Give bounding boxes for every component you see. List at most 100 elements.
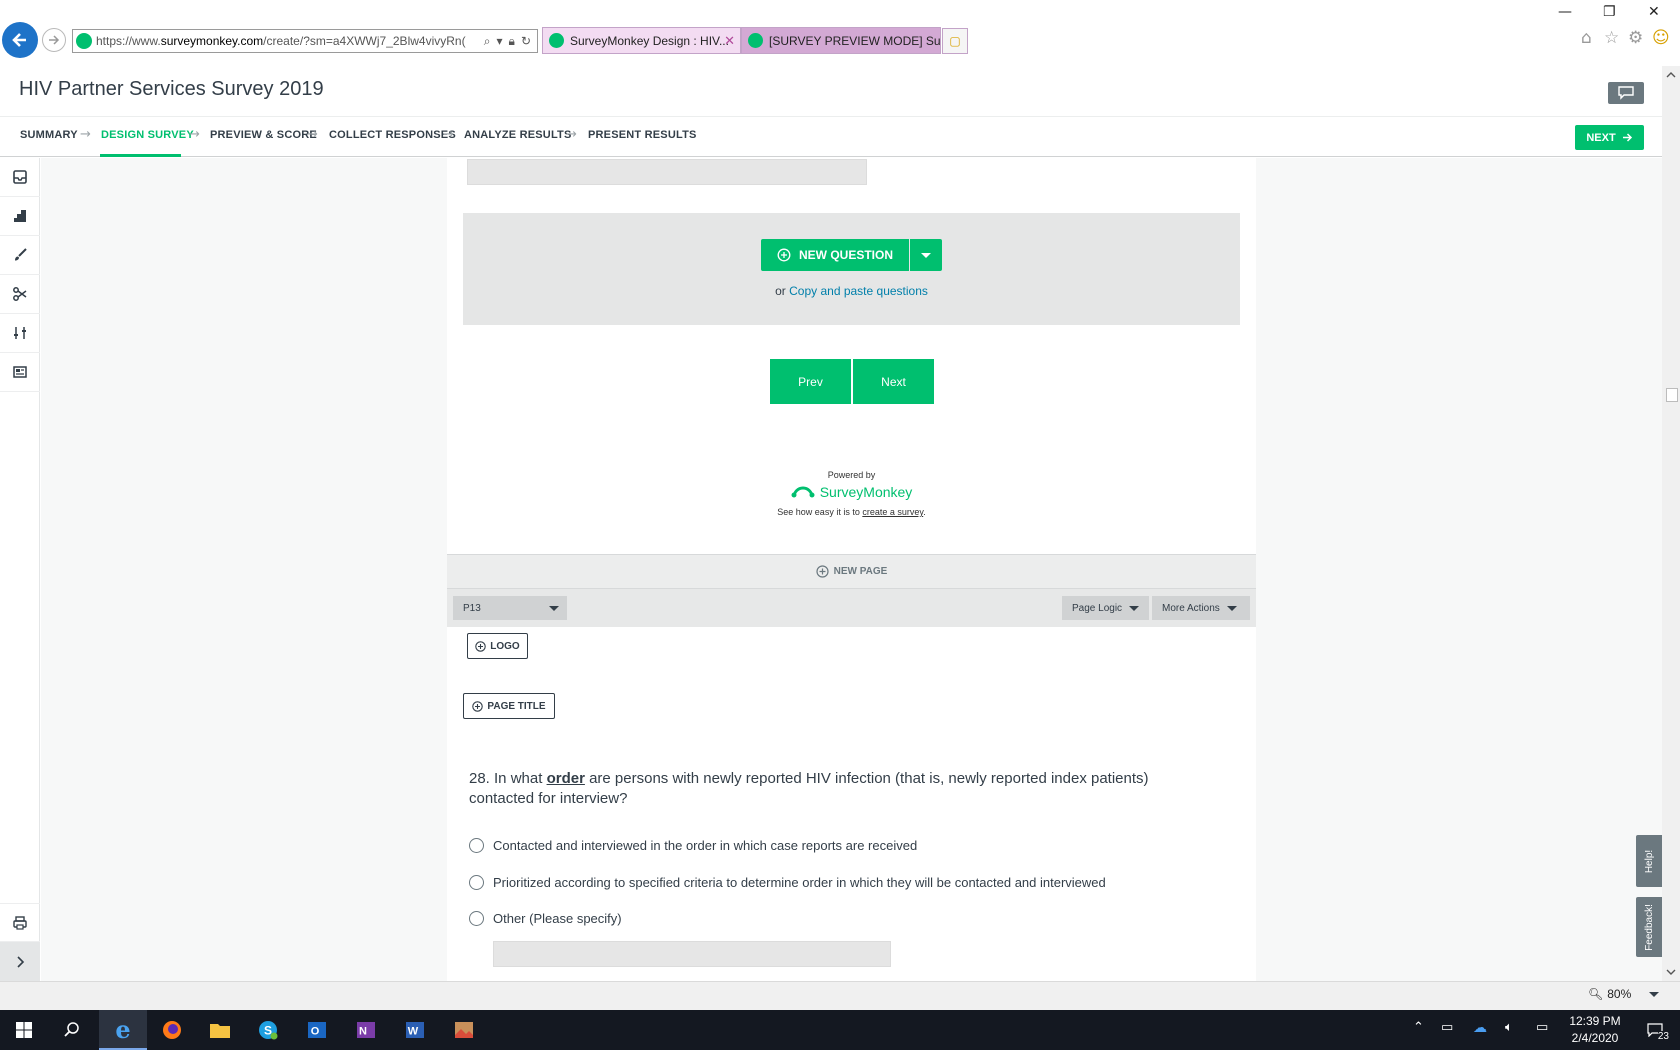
favorites-star-icon[interactable]: ☆ xyxy=(1604,28,1619,48)
address-bar[interactable]: https://www.surveymonkey.com/create/?sm=… xyxy=(72,29,538,53)
dropdown-icon[interactable]: ▾ xyxy=(497,34,503,49)
firefox-icon xyxy=(163,1021,181,1039)
nav-preview-score[interactable]: PREVIEW & SCORE xyxy=(210,129,317,141)
help-tab-label: Help! xyxy=(1643,849,1655,873)
lock-icon[interactable]: 🔒︎ xyxy=(509,34,515,49)
taskbar-firefox[interactable] xyxy=(148,1010,196,1050)
answer-option[interactable]: Prioritized according to specified crite… xyxy=(469,875,1106,890)
new-tab-button[interactable]: ▢ xyxy=(942,28,968,54)
nav-design-survey[interactable]: DESIGN SURVEY xyxy=(101,129,194,141)
scroll-down-icon[interactable] xyxy=(1662,965,1680,979)
nav-analyze-results[interactable]: ANALYZE RESULTS xyxy=(464,129,572,141)
svg-text:O: O xyxy=(311,1026,320,1038)
browser-tab-design[interactable]: SurveyMonkey Design : HIV... ✕ xyxy=(542,27,741,54)
nav-summary[interactable]: SUMMARY xyxy=(20,129,78,141)
next-step-button[interactable]: NEXT xyxy=(1575,125,1644,150)
new-question-dropdown[interactable] xyxy=(910,239,942,271)
page-logic-button[interactable]: Page Logic xyxy=(1062,596,1149,620)
close-window-icon[interactable]: ✕ xyxy=(1648,4,1660,20)
add-logo-button[interactable]: LOGO xyxy=(467,633,528,659)
chevron-down-icon xyxy=(921,252,931,258)
sidebar-item-format[interactable] xyxy=(0,353,40,392)
page-select[interactable]: P13 xyxy=(453,596,567,620)
text-answer-field[interactable] xyxy=(467,159,867,185)
add-page-title-button[interactable]: PAGE TITLE xyxy=(463,693,555,719)
settings-gear-icon[interactable]: ⚙ xyxy=(1628,28,1643,48)
battery-icon[interactable]: ▭ xyxy=(1441,1020,1453,1035)
minimize-icon[interactable]: — xyxy=(1558,4,1572,20)
tray-chevron-up-icon[interactable]: ⌃ xyxy=(1413,1020,1424,1035)
copy-paste-link[interactable]: Copy and paste questions xyxy=(789,284,928,298)
taskbar-file-explorer[interactable] xyxy=(196,1010,244,1050)
comments-button[interactable] xyxy=(1608,82,1644,104)
feedback-tab[interactable]: Feedback! xyxy=(1636,897,1663,957)
more-actions-button[interactable]: More Actions xyxy=(1152,596,1250,620)
next-step-label: NEXT xyxy=(1586,131,1616,144)
feedback-tab-label: Feedback! xyxy=(1644,903,1656,951)
browser-tab-preview[interactable]: [SURVEY PREVIEW MODE] Surv... xyxy=(741,27,941,54)
onedrive-cloud-icon[interactable]: ☁ xyxy=(1473,1020,1487,1036)
answer-option[interactable]: Contacted and interviewed in the order i… xyxy=(469,838,917,853)
sidebar-expand-button[interactable] xyxy=(0,942,40,981)
next-page-button[interactable]: Next xyxy=(853,359,934,404)
help-tab[interactable]: Help! xyxy=(1636,835,1663,887)
svg-text:W: W xyxy=(408,1026,419,1038)
internet-explorer-icon: e xyxy=(115,1014,131,1044)
question-prefix: 28. In what xyxy=(469,770,547,787)
clock-date: 2/4/2020 xyxy=(1571,1031,1619,1045)
sidebar-item-builder[interactable] xyxy=(0,158,40,197)
home-icon[interactable]: ⌂ xyxy=(1581,28,1592,48)
new-page-button[interactable]: NEW PAGE xyxy=(447,554,1256,589)
create-survey-link[interactable]: create a survey xyxy=(862,507,923,517)
radio-button[interactable] xyxy=(469,875,484,890)
taskbar-onenote[interactable]: N xyxy=(342,1010,390,1050)
forward-button[interactable] xyxy=(42,28,66,52)
close-icon[interactable]: ✕ xyxy=(724,33,735,49)
taskbar-search[interactable] xyxy=(48,1010,96,1050)
survey-title: HIV Partner Services Survey 2019 xyxy=(19,78,324,100)
taskbar-clock[interactable]: 12:39 PM 2/4/2020 xyxy=(1555,1013,1635,1047)
inbox-tray-icon xyxy=(13,170,27,184)
question-title[interactable]: 28. In what order are persons with newly… xyxy=(469,769,1209,809)
surveymonkey-logo-icon xyxy=(791,486,815,498)
back-button[interactable] xyxy=(2,22,38,58)
sliders-icon xyxy=(14,327,26,339)
page-scrollbar[interactable] xyxy=(1662,66,1680,981)
other-specify-input[interactable] xyxy=(493,941,891,967)
nav-present-results[interactable]: PRESENT RESULTS xyxy=(588,129,697,141)
tab-label: [SURVEY PREVIEW MODE] Surv... xyxy=(769,33,941,48)
radio-button[interactable] xyxy=(469,911,484,926)
taskbar-outlook[interactable]: O xyxy=(293,1010,341,1050)
sidebar-item-style[interactable] xyxy=(0,236,40,275)
search-icon[interactable]: ⌕ xyxy=(484,34,491,49)
taskbar-skype[interactable]: S xyxy=(244,1010,292,1050)
scroll-up-icon[interactable] xyxy=(1662,68,1680,82)
nav-collect-responses[interactable]: COLLECT RESPONSES xyxy=(329,129,456,141)
windows-logo-icon xyxy=(16,1022,32,1038)
printer-icon xyxy=(13,915,27,930)
action-center-button[interactable]: 23 xyxy=(1640,1018,1670,1042)
sidebar-item-logic[interactable] xyxy=(0,275,40,314)
sidebar-item-question-bank[interactable] xyxy=(0,197,40,236)
prev-page-button[interactable]: Prev xyxy=(770,359,851,404)
volume-icon[interactable]: 🔈︎ xyxy=(1505,1020,1513,1035)
photo-app-icon xyxy=(455,1022,473,1038)
url-text[interactable]: https://www.surveymonkey.com/create/?sm=… xyxy=(96,34,484,48)
taskbar-internet-explorer[interactable]: e xyxy=(99,1010,147,1050)
zoom-control[interactable]: 🔍︎ 80% xyxy=(1588,987,1660,1001)
sidebar-item-print[interactable] xyxy=(0,903,40,942)
site-favicon-icon xyxy=(549,33,564,48)
radio-button[interactable] xyxy=(469,838,484,853)
sidebar-item-options[interactable] xyxy=(0,314,40,353)
taskbar-word[interactable]: W xyxy=(391,1010,439,1050)
site-favicon-icon xyxy=(748,33,763,48)
start-button[interactable] xyxy=(0,1010,48,1050)
new-question-button[interactable]: NEW QUESTION xyxy=(761,239,909,271)
scrollbar-thumb[interactable] xyxy=(1666,388,1678,402)
taskbar-image-app[interactable] xyxy=(440,1010,488,1050)
smiley-feedback-icon[interactable]: ☺ xyxy=(1652,28,1670,48)
restore-icon[interactable]: ❐ xyxy=(1603,4,1616,20)
answer-option[interactable]: Other (Please specify) xyxy=(469,911,622,926)
refresh-icon[interactable]: ↻ xyxy=(521,34,531,49)
network-icon[interactable]: ▭ xyxy=(1536,1020,1548,1035)
